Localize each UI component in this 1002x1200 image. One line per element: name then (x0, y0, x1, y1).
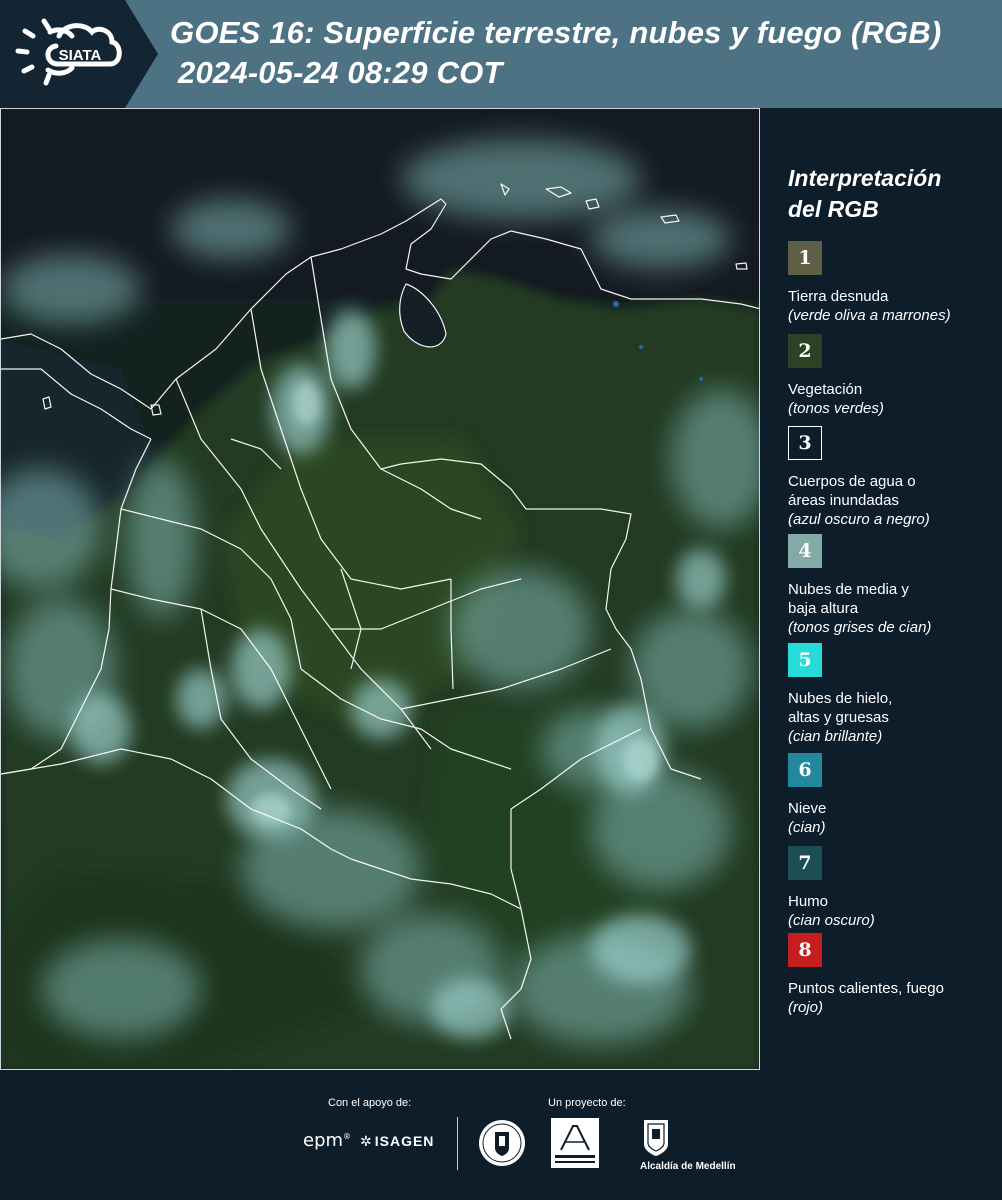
legend-item-label: Humo (788, 892, 998, 911)
legend-swatch: 1 (788, 241, 822, 275)
legend-item-label: Puntos calientes, fuego (788, 979, 998, 998)
alcaldia-label: Alcaldía de Medellín (640, 1161, 736, 1172)
isagen-logo: ✲ ISAGEN (360, 1133, 435, 1149)
legend-item-label: Nubes de hielo, altas y gruesas (788, 689, 998, 727)
area-metropolitana-logo (551, 1118, 599, 1168)
legend-item-label-line: Nubes de hielo, (788, 690, 893, 707)
legend-item: 7 Humo (cian oscuro) (788, 846, 998, 930)
legend-item-label-line: áreas inundadas (788, 492, 899, 509)
legend-item-label: Nieve (788, 799, 998, 818)
legend-item-note: (cian brillante) (788, 728, 883, 745)
support-label: Con el apoyo de: (328, 1097, 412, 1109)
page-title: GOES 16: Superficie terrestre, nubes y f… (170, 15, 942, 50)
footer: Con el apoyo de: Un proyecto de: epm® ✲ I… (0, 1070, 1002, 1200)
legend-item-label: Nubes de media y baja altura (788, 580, 998, 618)
legend-item-label: Vegetación (788, 380, 998, 399)
legend-item: 8 Puntos calientes, fuego (rojo) (788, 933, 998, 1017)
legend-item-label-line: Nubes de media y (788, 581, 909, 598)
legend-item-label-line: Humo (788, 893, 829, 910)
medellin-seal-icon (479, 1120, 525, 1166)
legend-item: 1 Tierra desnuda (verde oliva a marrones) (788, 241, 998, 325)
epm-logo: epm® (303, 1130, 352, 1151)
legend-item-label-line: baja altura (788, 600, 859, 617)
legend-item: 6 Nieve (cian) (788, 753, 998, 837)
legend-title: Interpretación del RGB (788, 163, 941, 225)
legend-item: 5 Nubes de hielo, altas y gruesas (cian bri… (788, 643, 998, 746)
footer-divider (457, 1117, 458, 1170)
legend-item-label-line: Vegetación (788, 381, 863, 398)
logo-text: SIATA (59, 47, 102, 64)
rgb-imagery (1, 109, 759, 1069)
legend-swatch: 7 (788, 846, 822, 880)
legend-item-note: (azul oscuro a negro) (788, 511, 930, 528)
legend-item: 3 Cuerpos de agua o áreas inundadas (azul o… (788, 426, 998, 529)
legend-item-label-line: Tierra desnuda (788, 288, 889, 305)
legend-item-label: Cuerpos de agua o áreas inundadas (788, 472, 998, 510)
legend-item-note: (verde oliva a marrones) (788, 307, 951, 324)
legend-swatch: 5 (788, 643, 822, 677)
header-bar: SIATA GOES 16: Superficie terrestre, nub… (0, 0, 1002, 108)
legend-item-note: (cian) (788, 819, 826, 836)
legend-item-label-line: altas y gruesas (788, 709, 889, 726)
siata-logo: SIATA (0, 0, 158, 108)
legend-swatch: 8 (788, 933, 822, 967)
legend-item: 2 Vegetación (tonos verdes) (788, 334, 998, 418)
legend-title-line1: Interpretación (788, 165, 942, 191)
legend-item-label: Tierra desnuda (788, 287, 998, 306)
satellite-map[interactable] (0, 108, 760, 1070)
legend-item-note: (rojo) (788, 999, 824, 1016)
legend-swatch: 4 (788, 534, 822, 568)
alcaldia-shield-icon (644, 1120, 668, 1156)
legend-swatch: 3 (788, 426, 822, 460)
legend-panel: Interpretación del RGB 1 Tierra desnuda (v… (761, 108, 1002, 1070)
legend-item-label-line: Puntos calientes, fuego (788, 980, 944, 997)
project-label: Un proyecto de: (548, 1097, 626, 1109)
timestamp: 2024-05-24 08:29 COT (178, 55, 503, 90)
legend-item-note: (tonos grises de cian) (788, 619, 932, 636)
legend-item-label-line: Nieve (788, 800, 827, 817)
legend-item: 4 Nubes de media y baja altura (tonos grise… (788, 534, 998, 637)
legend-swatch: 2 (788, 334, 822, 368)
legend-item-label-line: Cuerpos de agua o (788, 473, 916, 490)
legend-swatch: 6 (788, 753, 822, 787)
legend-item-note: (tonos verdes) (788, 400, 884, 417)
legend-item-note: (cian oscuro) (788, 912, 875, 929)
legend-title-line2: del RGB (788, 196, 879, 222)
